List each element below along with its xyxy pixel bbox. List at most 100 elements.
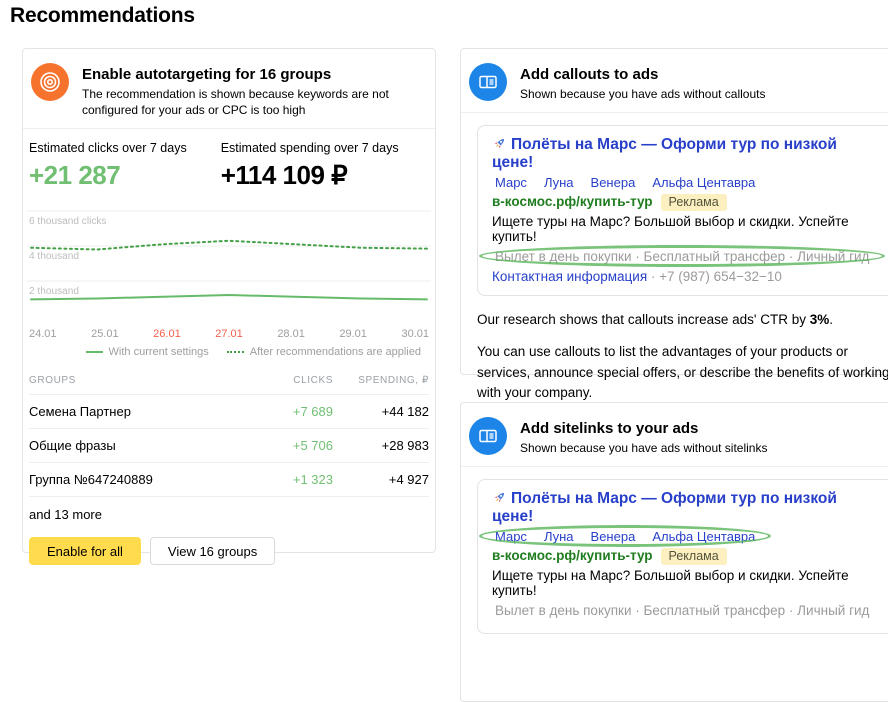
legend-swatch — [86, 351, 103, 353]
stat-value: +114 109 ₽ — [221, 160, 399, 191]
ad-text: Ищете туры на Марс? Большой выбор и скид… — [492, 568, 880, 598]
sitelinks-card: Add sitelinks to your ads Shown because … — [460, 402, 888, 702]
chart-legend: With current settings After recommendatio… — [27, 341, 431, 366]
cell-group: Семена Партнер — [29, 404, 233, 419]
rocket-icon — [492, 136, 507, 151]
ad-display-url: в-космос.рф/купить-тур — [492, 194, 653, 209]
x-tick-label: 28.01 — [277, 328, 305, 340]
table-row: Группа №647240889+1 323+4 927 — [29, 462, 429, 496]
ad-badge: Реклама — [661, 548, 727, 565]
enable-for-all-button[interactable]: Enable for all — [29, 537, 141, 565]
callouts-benefits-text: You can use callouts to list the advanta… — [477, 342, 888, 403]
cell-clicks: +1 323 — [233, 472, 333, 487]
card-title: Enable autotargeting for 16 groups — [82, 66, 421, 83]
ad-url-row: в-космос.рф/купить-тур Реклама — [492, 194, 880, 209]
sitelink[interactable]: Альфа Центавра — [652, 529, 755, 544]
clicks-chart-plot: 2 thousand 4 thousand 6 thousand clicks — [27, 201, 431, 323]
ad-callouts-row: Вылет в день покупки · Бесплатный трансф… — [492, 249, 880, 264]
contact-info-link[interactable]: Контактная информация — [492, 269, 647, 284]
stat-label: Estimated spending over 7 days — [221, 141, 399, 155]
card-title: Add sitelinks to your ads — [520, 420, 767, 437]
sitelink[interactable]: Альфа Центавра — [652, 175, 755, 190]
col-groups: Groups — [29, 375, 233, 386]
callouts-card: Add callouts to ads Shown because you ha… — [460, 48, 888, 375]
ad-display-url: в-космос.рф/купить-тур — [492, 548, 653, 563]
sitelink[interactable]: Луна — [544, 529, 574, 544]
x-tick-label: 30.01 — [401, 328, 429, 340]
research-text: Our research shows that callouts increas… — [477, 310, 888, 330]
groups-table: Groups Clicks Spending, ₽ Семена Партнер… — [23, 366, 435, 497]
clicks-chart: 2 thousand 4 thousand 6 thousand clicks 24… — [23, 191, 435, 366]
ctr-percent: 3% — [810, 312, 830, 327]
sitelink[interactable]: Марс — [495, 529, 527, 544]
svg-text:2 thousand: 2 thousand — [29, 286, 79, 297]
ad-contact-row: Контактная информация · +7 (987) 654−32−… — [492, 269, 880, 284]
stat-value: +21 287 — [29, 160, 187, 191]
x-tick-label: 25.01 — [91, 328, 119, 340]
ad-callouts-row: Вылет в день покупки · Бесплатный трансф… — [492, 603, 880, 618]
ad-title-row: Полёты на Марс — Оформи тур по низкой це… — [492, 136, 880, 172]
cell-spending: +4 927 — [333, 472, 429, 487]
cell-clicks: +7 689 — [233, 404, 333, 419]
cell-clicks: +5 706 — [233, 438, 333, 453]
x-tick-label: 29.01 — [339, 328, 367, 340]
ad-title-link[interactable]: Полёты на Марс — Оформи тур по низкой це… — [492, 490, 837, 525]
target-icon — [31, 63, 69, 101]
estimated-spending: Estimated spending over 7 days +114 109 … — [221, 141, 399, 191]
page-title: Recommendations — [10, 4, 195, 28]
ad-text: Ищете туры на Марс? Большой выбор и скид… — [492, 214, 880, 244]
col-spending: Spending, ₽ — [333, 375, 429, 386]
x-tick-label: 24.01 — [29, 328, 57, 340]
ad-callouts: Вылет в день покупки · Бесплатный трансф… — [495, 249, 869, 264]
stat-label: Estimated clicks over 7 days — [29, 141, 187, 155]
sitelink[interactable]: Луна — [544, 175, 574, 190]
card-description: The recommendation is shown because keyw… — [82, 86, 421, 118]
more-groups-text: and 13 more — [23, 497, 435, 522]
card-description: Shown because you have ads without sitel… — [520, 440, 767, 456]
card-description: Shown because you have ads without callo… — [520, 86, 766, 102]
cell-group: Группа №647240889 — [29, 472, 233, 487]
ad-badge: Реклама — [661, 194, 727, 211]
ad-callouts: Вылет в день покупки · Бесплатный трансф… — [495, 603, 869, 618]
contact-separator: · — [651, 269, 656, 284]
x-tick-label: 27.01 — [215, 328, 243, 340]
estimated-clicks: Estimated clicks over 7 days +21 287 — [29, 141, 187, 191]
ad-card-icon — [469, 63, 507, 101]
sitelink[interactable]: Венера — [591, 529, 636, 544]
rocket-icon — [492, 490, 507, 505]
ad-sitelinks: Марс Луна Венера Альфа Центавра — [492, 175, 758, 190]
legend-swatch — [227, 351, 244, 353]
svg-text:6 thousand clicks: 6 thousand clicks — [29, 216, 106, 227]
ad-preview: Полёты на Марс — Оформи тур по низкой це… — [477, 479, 888, 634]
ad-sitelinks-row: Марс Луна Венера Альфа Центавра — [492, 175, 880, 190]
sitelinks-card-header: Add sitelinks to your ads Shown because … — [461, 403, 888, 467]
ad-phone: +7 (987) 654−32−10 — [659, 269, 782, 284]
table-row: Семена Партнер+7 689+44 182 — [29, 394, 429, 428]
callouts-card-header: Add callouts to ads Shown because you ha… — [461, 49, 888, 113]
card-title: Add callouts to ads — [520, 66, 766, 83]
autotargeting-card-header: Enable autotargeting for 16 groups The r… — [23, 49, 435, 129]
ad-title-link[interactable]: Полёты на Марс — Оформи тур по низкой це… — [492, 136, 837, 171]
groups-table-body: Семена Партнер+7 689+44 182Общие фразы+5… — [29, 394, 429, 497]
col-clicks: Clicks — [233, 375, 333, 386]
ad-card-icon — [469, 417, 507, 455]
table-row: Общие фразы+5 706+28 983 — [29, 428, 429, 462]
view-groups-button[interactable]: View 16 groups — [150, 537, 275, 565]
cell-spending: +28 983 — [333, 438, 429, 453]
ad-title-row: Полёты на Марс — Оформи тур по низкой це… — [492, 490, 880, 526]
ad-sitelinks: Марс Луна Венера Альфа Центавра — [492, 529, 758, 544]
svg-text:4 thousand: 4 thousand — [29, 251, 79, 262]
estimates: Estimated clicks over 7 days +21 287 Est… — [23, 129, 435, 191]
legend-item: After recommendations are applied — [227, 346, 421, 358]
cell-group: Общие фразы — [29, 438, 233, 453]
cell-spending: +44 182 — [333, 404, 429, 419]
autotargeting-card: Enable autotargeting for 16 groups The r… — [22, 48, 436, 553]
autotargeting-actions: Enable for all View 16 groups — [23, 522, 435, 580]
legend-item: With current settings — [86, 346, 209, 358]
sitelink[interactable]: Венера — [591, 175, 636, 190]
groups-table-header: Groups Clicks Spending, ₽ — [29, 366, 429, 394]
ad-preview: Полёты на Марс — Оформи тур по низкой це… — [477, 125, 888, 296]
sitelink[interactable]: Марс — [495, 175, 527, 190]
ad-sitelinks-row: Марс Луна Венера Альфа Центавра — [492, 529, 880, 544]
x-tick-label: 26.01 — [153, 328, 181, 340]
